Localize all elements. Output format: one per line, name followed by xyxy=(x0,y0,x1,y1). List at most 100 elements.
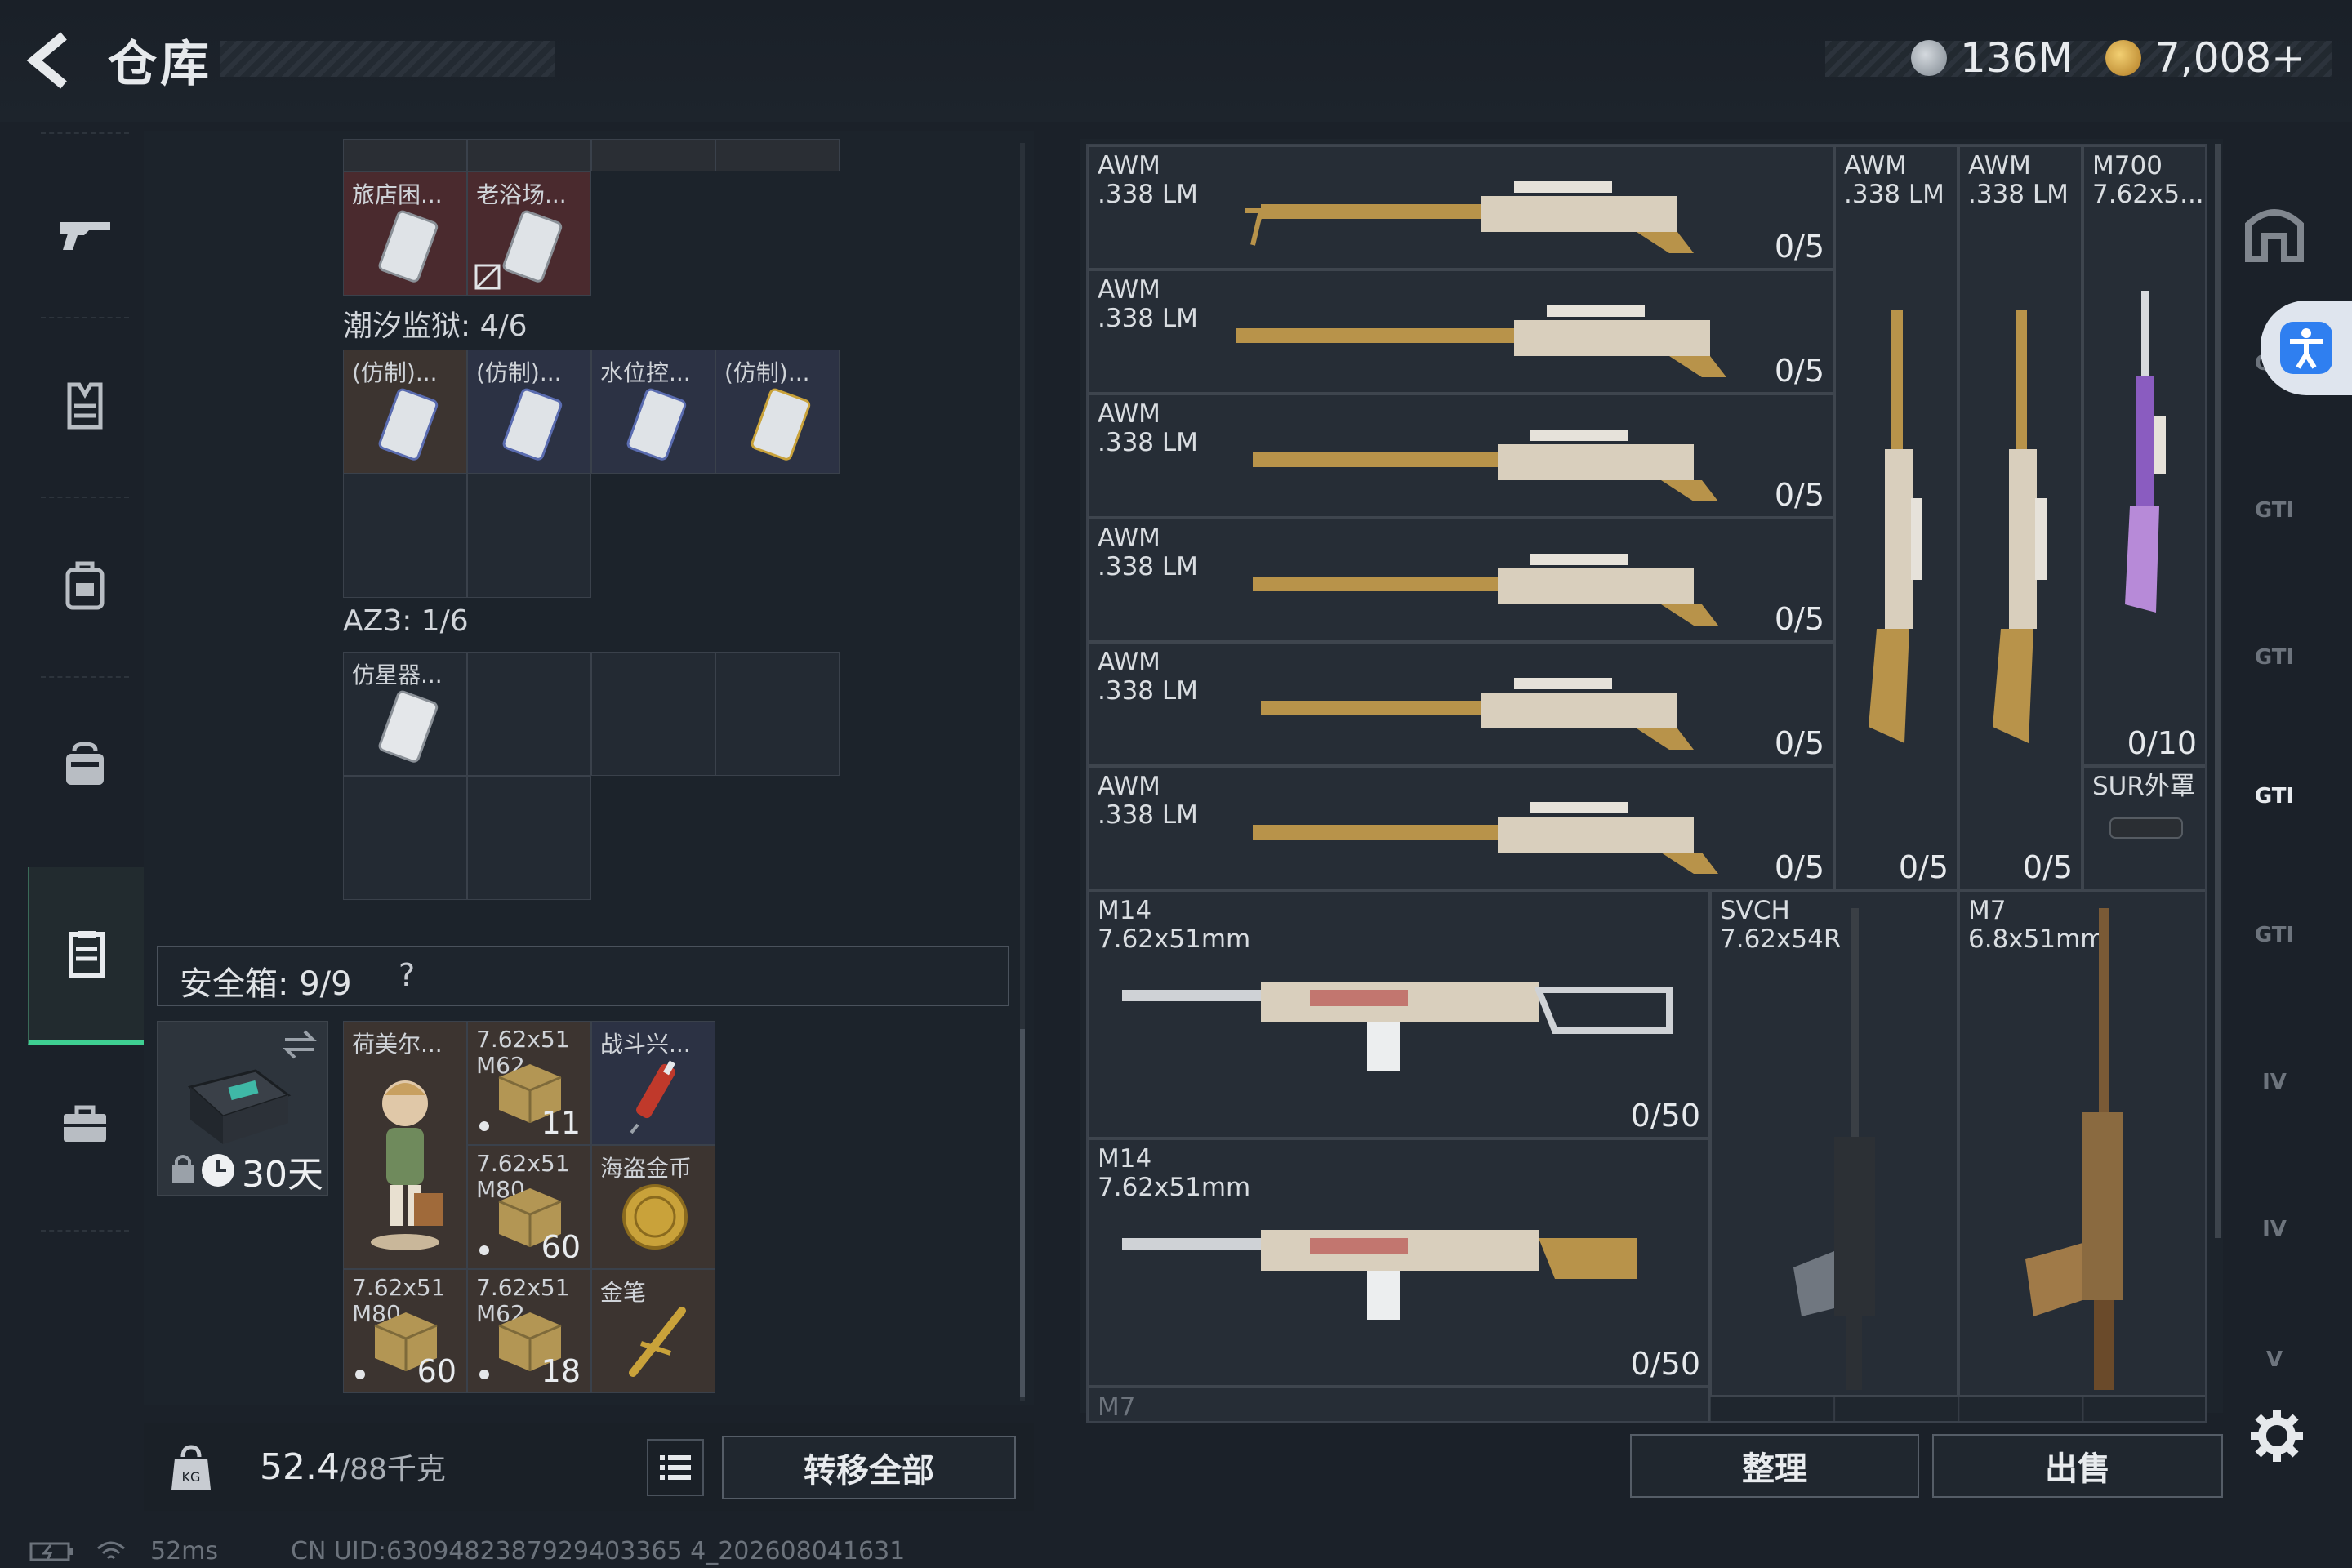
weapon-item-awm[interactable]: AWM .338 LM 0/5 xyxy=(1088,145,1834,270)
weapon-name: M700 7.62x5... xyxy=(2092,151,2204,209)
storage-tab-iv-1[interactable]: IV xyxy=(2230,1021,2319,1143)
nav-armor[interactable] xyxy=(28,336,142,475)
keycard-icon xyxy=(378,690,439,763)
transfer-all-button[interactable]: 转移全部 xyxy=(722,1436,1016,1499)
stash-item-keycard[interactable]: 旅店困... xyxy=(343,172,467,296)
storage-tab-gti-3[interactable]: GTI xyxy=(2230,596,2319,719)
stash-scrollbar-thumb[interactable] xyxy=(1020,1029,1025,1396)
safe-item-pirate-coin[interactable]: 海盗金币 xyxy=(591,1145,715,1269)
armor-vest-icon xyxy=(67,382,103,430)
gold-currency-value: 7,008+ xyxy=(2154,34,2306,82)
ping-value: 52ms xyxy=(150,1537,219,1566)
weight-display: 52.4/88千克 xyxy=(260,1446,446,1488)
weapon-grid-scrollbar[interactable] xyxy=(2215,144,2221,1238)
stash-item-keycard[interactable]: 仿星器... xyxy=(343,652,467,776)
partial-slot[interactable] xyxy=(467,139,591,172)
nav-container[interactable] xyxy=(28,867,145,1045)
partial-slot[interactable] xyxy=(343,139,467,172)
stash-item-keycard[interactable]: (仿制)... xyxy=(343,350,467,474)
silver-currency-value: 136M xyxy=(1960,34,2074,82)
safe-item-ammo[interactable]: 7.62x51 M80 60 xyxy=(343,1269,467,1393)
weapon-item-m7[interactable]: M7 6.8x51mm xyxy=(1958,890,2205,1396)
rifle-icon xyxy=(2025,908,2123,1390)
empty-slot[interactable] xyxy=(467,776,591,900)
storage-tab-iv-2[interactable]: IV xyxy=(2230,1168,2319,1290)
stash-item-keycard[interactable]: 老浴场... xyxy=(467,172,591,296)
weapon-item-awm[interactable]: AWM .338 LM 0/5 xyxy=(1088,642,1834,766)
sniper-rifle-icon xyxy=(1869,310,1922,743)
weapon-count: 0/50 xyxy=(1630,1098,1700,1134)
weapon-item-awm-vertical[interactable]: AWM .338 LM 0/5 xyxy=(1958,145,2082,890)
empty-slot[interactable] xyxy=(715,652,840,776)
section-label-az3: AZ3: 1/6 xyxy=(343,604,469,638)
back-button[interactable] xyxy=(23,31,88,90)
sort-button[interactable]: 整理 xyxy=(1630,1434,1919,1498)
uid-text: CN UID:6309482387929403365 4_20260804163… xyxy=(291,1537,906,1566)
gold-currency[interactable]: 7,008+ xyxy=(2105,29,2305,87)
weight-icon: KG xyxy=(172,1445,211,1490)
nav-briefcase[interactable] xyxy=(28,1055,142,1194)
wifi-icon xyxy=(97,1541,125,1560)
accessibility-button[interactable] xyxy=(2261,301,2352,395)
safe-item-ammo[interactable]: 7.62x51 M62 18 xyxy=(467,1269,591,1393)
safe-item-ammo[interactable]: 7.62x51 M62 11 xyxy=(467,1021,591,1145)
ammo-dot-icon xyxy=(479,1370,489,1379)
sniper-rifle-icon xyxy=(1253,802,1718,874)
empty-slot[interactable] xyxy=(467,474,591,598)
storage-tab-label: GTI xyxy=(2254,498,2295,523)
rifle-icon xyxy=(1122,1230,1637,1320)
weapon-name: M7 xyxy=(1098,1392,1136,1422)
sell-button[interactable]: 出售 xyxy=(1932,1434,2223,1498)
weapon-item-awm[interactable]: AWM .338 LM 0/5 xyxy=(1088,394,1834,518)
weapon-name: SUR外罩 xyxy=(2092,772,2195,801)
partial-slot[interactable] xyxy=(715,139,840,172)
weapon-item-m700[interactable]: M700 7.62x5... 0/10 xyxy=(2082,145,2205,766)
clock-icon xyxy=(202,1154,234,1187)
safe-item-stimulant[interactable]: 战斗兴... xyxy=(591,1021,715,1145)
weapon-item-awm[interactable]: AWM .338 LM 0/5 xyxy=(1088,518,1834,642)
storage-tab-gti-2[interactable]: GTI xyxy=(2230,449,2319,572)
item-count: 11 xyxy=(541,1105,581,1141)
partial-slot[interactable] xyxy=(591,139,715,172)
safe-item-gold-pen[interactable]: 金笔 xyxy=(591,1269,715,1393)
sniper-rifle-icon xyxy=(1253,430,1718,501)
nav-weapons[interactable] xyxy=(28,165,142,304)
storage-tab-gti-4[interactable]: GTI xyxy=(2230,735,2319,858)
help-button[interactable]: ? xyxy=(399,957,415,993)
nav-chest-rig[interactable] xyxy=(28,696,142,835)
empty-slot[interactable] xyxy=(467,652,591,776)
storage-tab-main[interactable] xyxy=(2230,172,2319,294)
list-view-button[interactable] xyxy=(647,1439,704,1496)
nav-backpack[interactable] xyxy=(28,516,142,655)
stash-item-keycard[interactable]: (仿制)... xyxy=(715,350,840,474)
weapon-item-m14[interactable]: M14 7.62x51mm 0/50 xyxy=(1088,1138,1710,1387)
keycard-icon xyxy=(378,210,439,283)
chest-rig-icon xyxy=(66,742,104,785)
weapon-item-svch[interactable]: SVCH 7.62x54R xyxy=(1710,890,1958,1396)
item-count: 60 xyxy=(416,1353,457,1389)
stash-item-keycard[interactable]: 水位控... xyxy=(591,350,715,474)
nav-divider xyxy=(41,317,129,318)
weapon-item-m7[interactable]: M7 xyxy=(1088,1387,1710,1422)
stash-item-keycard[interactable]: (仿制)... xyxy=(467,350,591,474)
weapon-name: AWM .338 LM xyxy=(1098,523,1198,581)
item-label: 海盗金币 xyxy=(600,1155,693,1182)
empty-slot[interactable] xyxy=(343,776,467,900)
weapon-item-m14[interactable]: M14 7.62x51mm 0/50 xyxy=(1088,890,1710,1138)
weapon-name: AWM .338 LM xyxy=(1098,151,1198,209)
weapon-item-suppressor-cover[interactable]: SUR外罩 xyxy=(2082,766,2205,890)
storage-tab-v[interactable]: V xyxy=(2230,1315,2319,1405)
empty-slot[interactable] xyxy=(591,652,715,776)
safe-item-ammo[interactable]: 7.62x51 M80 60 xyxy=(467,1145,591,1269)
weapon-item-awm[interactable]: AWM .338 LM 0/5 xyxy=(1088,270,1834,394)
storage-tab-label: GTI xyxy=(2254,645,2295,670)
sniper-rifle-icon xyxy=(2125,291,2166,612)
weapon-item-awm-vertical[interactable]: AWM .338 LM 0/5 xyxy=(1834,145,1958,890)
keycard-icon xyxy=(502,210,563,283)
weapon-name: AWM .338 LM xyxy=(1098,399,1198,457)
empty-slot[interactable] xyxy=(343,474,467,598)
settings-button[interactable] xyxy=(2247,1406,2306,1465)
weapon-item-awm[interactable]: AWM .338 LM 0/5 xyxy=(1088,766,1834,890)
storage-tab-gti-5[interactable]: GTI xyxy=(2230,874,2319,996)
safe-item-figurine[interactable]: 荷美尔... xyxy=(343,1021,467,1269)
